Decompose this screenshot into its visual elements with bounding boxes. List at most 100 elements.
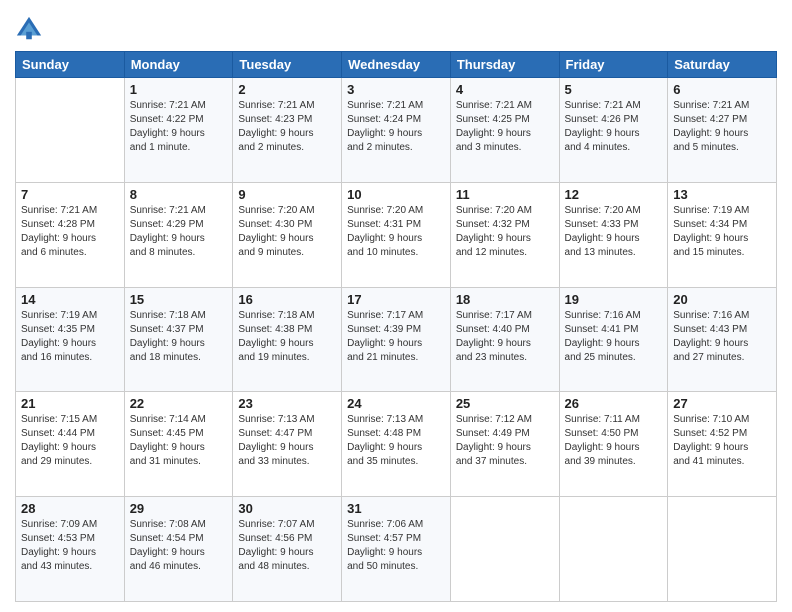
day-number: 30 xyxy=(238,501,336,516)
day-content: Sunrise: 7:16 AM Sunset: 4:43 PM Dayligh… xyxy=(673,309,771,365)
day-number: 18 xyxy=(456,292,554,307)
day-content: Sunrise: 7:18 AM Sunset: 4:38 PM Dayligh… xyxy=(238,309,336,365)
day-content: Sunrise: 7:21 AM Sunset: 4:22 PM Dayligh… xyxy=(130,99,228,155)
calendar-cell: 12 Sunrise: 7:20 AM Sunset: 4:33 PM Dayli… xyxy=(559,182,668,287)
day-number: 26 xyxy=(565,396,663,411)
day-number: 13 xyxy=(673,187,771,202)
calendar-cell xyxy=(16,78,125,183)
day-content: Sunrise: 7:18 AM Sunset: 4:37 PM Dayligh… xyxy=(130,309,228,365)
weekday-header-monday: Monday xyxy=(124,52,233,78)
day-number: 1 xyxy=(130,82,228,97)
calendar-cell: 15 Sunrise: 7:18 AM Sunset: 4:37 PM Dayli… xyxy=(124,287,233,392)
calendar-cell: 16 Sunrise: 7:18 AM Sunset: 4:38 PM Dayli… xyxy=(233,287,342,392)
logo xyxy=(15,15,49,43)
day-content: Sunrise: 7:16 AM Sunset: 4:41 PM Dayligh… xyxy=(565,309,663,365)
calendar-cell: 24 Sunrise: 7:13 AM Sunset: 4:48 PM Dayli… xyxy=(342,392,451,497)
day-number: 25 xyxy=(456,396,554,411)
day-content: Sunrise: 7:13 AM Sunset: 4:48 PM Dayligh… xyxy=(347,413,445,469)
calendar-cell: 31 Sunrise: 7:06 AM Sunset: 4:57 PM Dayli… xyxy=(342,497,451,602)
day-number: 21 xyxy=(21,396,119,411)
calendar-cell: 28Sunrise: 7:09 AM Sunset: 4:53 PM Dayli… xyxy=(16,497,125,602)
day-content: Sunrise: 7:17 AM Sunset: 4:39 PM Dayligh… xyxy=(347,309,445,365)
day-number: 14 xyxy=(21,292,119,307)
day-content: Sunrise: 7:13 AM Sunset: 4:47 PM Dayligh… xyxy=(238,413,336,469)
day-content: Sunrise: 7:19 AM Sunset: 4:35 PM Dayligh… xyxy=(21,309,119,365)
calendar-cell: 19 Sunrise: 7:16 AM Sunset: 4:41 PM Dayli… xyxy=(559,287,668,392)
day-content: Sunrise: 7:09 AM Sunset: 4:53 PM Dayligh… xyxy=(21,518,119,574)
day-content: Sunrise: 7:10 AM Sunset: 4:52 PM Dayligh… xyxy=(673,413,771,469)
calendar-cell: 21Sunrise: 7:15 AM Sunset: 4:44 PM Dayli… xyxy=(16,392,125,497)
calendar-cell: 25 Sunrise: 7:12 AM Sunset: 4:49 PM Dayli… xyxy=(450,392,559,497)
day-content: Sunrise: 7:21 AM Sunset: 4:24 PM Dayligh… xyxy=(347,99,445,155)
day-content: Sunrise: 7:20 AM Sunset: 4:33 PM Dayligh… xyxy=(565,204,663,260)
weekday-header-wednesday: Wednesday xyxy=(342,52,451,78)
weekday-header-row: SundayMondayTuesdayWednesdayThursdayFrid… xyxy=(16,52,777,78)
day-content: Sunrise: 7:21 AM Sunset: 4:23 PM Dayligh… xyxy=(238,99,336,155)
day-number: 3 xyxy=(347,82,445,97)
weekday-header-sunday: Sunday xyxy=(16,52,125,78)
day-number: 10 xyxy=(347,187,445,202)
calendar-cell: 18 Sunrise: 7:17 AM Sunset: 4:40 PM Dayli… xyxy=(450,287,559,392)
weekday-header-friday: Friday xyxy=(559,52,668,78)
calendar-body: 1 Sunrise: 7:21 AM Sunset: 4:22 PM Daylig… xyxy=(16,78,777,602)
weekday-header-tuesday: Tuesday xyxy=(233,52,342,78)
day-number: 23 xyxy=(238,396,336,411)
day-number: 15 xyxy=(130,292,228,307)
day-content: Sunrise: 7:21 AM Sunset: 4:28 PM Dayligh… xyxy=(21,204,119,260)
calendar-cell: 14 Sunrise: 7:19 AM Sunset: 4:35 PM Dayli… xyxy=(16,287,125,392)
calendar-cell: 23 Sunrise: 7:13 AM Sunset: 4:47 PM Dayli… xyxy=(233,392,342,497)
day-number: 29 xyxy=(130,501,228,516)
calendar-cell xyxy=(559,497,668,602)
calendar-cell: 2 Sunrise: 7:21 AM Sunset: 4:23 PM Daylig… xyxy=(233,78,342,183)
day-number: 19 xyxy=(565,292,663,307)
weekday-header-thursday: Thursday xyxy=(450,52,559,78)
calendar-week-row: 21Sunrise: 7:15 AM Sunset: 4:44 PM Dayli… xyxy=(16,392,777,497)
calendar-cell: 7Sunrise: 7:21 AM Sunset: 4:28 PM Daylig… xyxy=(16,182,125,287)
header xyxy=(15,15,777,43)
calendar-cell: 27 Sunrise: 7:10 AM Sunset: 4:52 PM Dayli… xyxy=(668,392,777,497)
day-content: Sunrise: 7:20 AM Sunset: 4:31 PM Dayligh… xyxy=(347,204,445,260)
calendar-cell: 6 Sunrise: 7:21 AM Sunset: 4:27 PM Daylig… xyxy=(668,78,777,183)
day-number: 20 xyxy=(673,292,771,307)
calendar-cell: 1 Sunrise: 7:21 AM Sunset: 4:22 PM Daylig… xyxy=(124,78,233,183)
day-number: 4 xyxy=(456,82,554,97)
day-number: 12 xyxy=(565,187,663,202)
calendar-week-row: 7Sunrise: 7:21 AM Sunset: 4:28 PM Daylig… xyxy=(16,182,777,287)
day-content: Sunrise: 7:06 AM Sunset: 4:57 PM Dayligh… xyxy=(347,518,445,574)
calendar-cell: 4Sunrise: 7:21 AM Sunset: 4:25 PM Daylig… xyxy=(450,78,559,183)
day-content: Sunrise: 7:12 AM Sunset: 4:49 PM Dayligh… xyxy=(456,413,554,469)
day-content: Sunrise: 7:11 AM Sunset: 4:50 PM Dayligh… xyxy=(565,413,663,469)
calendar-cell: 17 Sunrise: 7:17 AM Sunset: 4:39 PM Dayli… xyxy=(342,287,451,392)
day-number: 22 xyxy=(130,396,228,411)
calendar-cell: 11Sunrise: 7:20 AM Sunset: 4:32 PM Dayli… xyxy=(450,182,559,287)
calendar-week-row: 14 Sunrise: 7:19 AM Sunset: 4:35 PM Dayli… xyxy=(16,287,777,392)
day-content: Sunrise: 7:19 AM Sunset: 4:34 PM Dayligh… xyxy=(673,204,771,260)
calendar-cell: 8 Sunrise: 7:21 AM Sunset: 4:29 PM Daylig… xyxy=(124,182,233,287)
day-number: 24 xyxy=(347,396,445,411)
calendar-cell: 10 Sunrise: 7:20 AM Sunset: 4:31 PM Dayli… xyxy=(342,182,451,287)
day-content: Sunrise: 7:21 AM Sunset: 4:26 PM Dayligh… xyxy=(565,99,663,155)
calendar-cell: 9Sunrise: 7:20 AM Sunset: 4:30 PM Daylig… xyxy=(233,182,342,287)
day-number: 2 xyxy=(238,82,336,97)
day-content: Sunrise: 7:21 AM Sunset: 4:29 PM Dayligh… xyxy=(130,204,228,260)
calendar-cell: 30Sunrise: 7:07 AM Sunset: 4:56 PM Dayli… xyxy=(233,497,342,602)
day-content: Sunrise: 7:21 AM Sunset: 4:27 PM Dayligh… xyxy=(673,99,771,155)
day-number: 8 xyxy=(130,187,228,202)
day-number: 17 xyxy=(347,292,445,307)
calendar-week-row: 28Sunrise: 7:09 AM Sunset: 4:53 PM Dayli… xyxy=(16,497,777,602)
day-content: Sunrise: 7:08 AM Sunset: 4:54 PM Dayligh… xyxy=(130,518,228,574)
calendar-table: SundayMondayTuesdayWednesdayThursdayFrid… xyxy=(15,51,777,602)
day-number: 31 xyxy=(347,501,445,516)
calendar-cell: 3 Sunrise: 7:21 AM Sunset: 4:24 PM Daylig… xyxy=(342,78,451,183)
logo-icon xyxy=(15,15,43,43)
day-number: 27 xyxy=(673,396,771,411)
day-content: Sunrise: 7:17 AM Sunset: 4:40 PM Dayligh… xyxy=(456,309,554,365)
day-number: 6 xyxy=(673,82,771,97)
calendar-cell: 5Sunrise: 7:21 AM Sunset: 4:26 PM Daylig… xyxy=(559,78,668,183)
day-content: Sunrise: 7:20 AM Sunset: 4:30 PM Dayligh… xyxy=(238,204,336,260)
day-number: 16 xyxy=(238,292,336,307)
calendar-cell xyxy=(668,497,777,602)
calendar-cell: 29 Sunrise: 7:08 AM Sunset: 4:54 PM Dayli… xyxy=(124,497,233,602)
page: SundayMondayTuesdayWednesdayThursdayFrid… xyxy=(0,0,792,612)
day-number: 11 xyxy=(456,187,554,202)
